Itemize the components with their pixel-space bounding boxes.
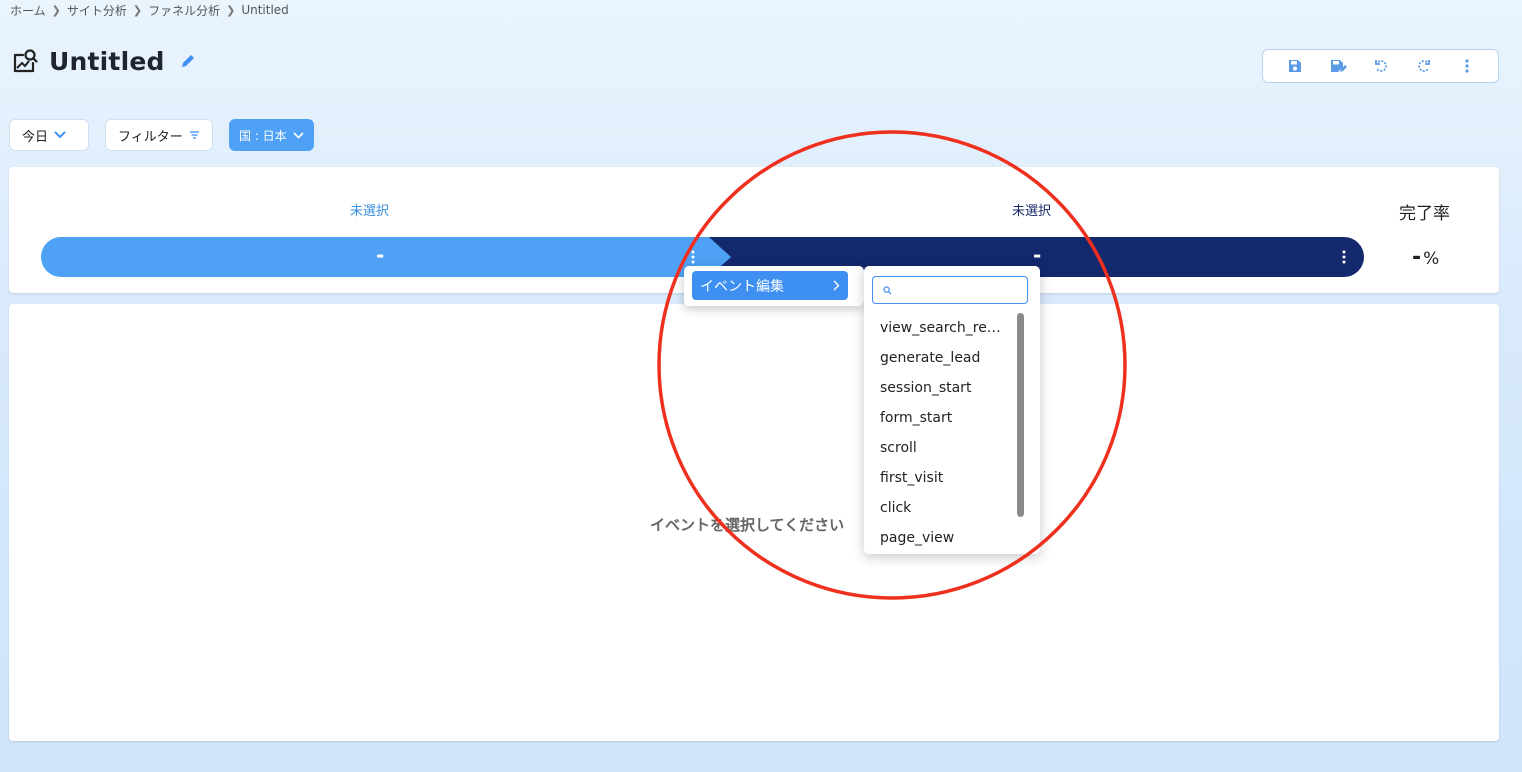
completion-rate-label: 完了率	[1399, 204, 1450, 224]
more-vert-icon	[1464, 59, 1469, 73]
event-item-view-search-results[interactable]: view_search_re…	[880, 313, 1010, 343]
event-item-page-view[interactable]: page_view	[880, 523, 1010, 553]
event-item-form-start[interactable]: form_start	[880, 403, 1010, 433]
redo-icon	[1417, 60, 1430, 72]
chevron-down-icon	[293, 131, 304, 139]
save-as-icon	[1330, 60, 1347, 72]
event-item-generate-lead[interactable]: generate_lead	[880, 343, 1010, 373]
event-item-session-start[interactable]: session_start	[880, 373, 1010, 403]
breadcrumb-funnel-analysis[interactable]: ファネル分析	[148, 2, 220, 19]
chevron-right-icon: ❯	[226, 3, 236, 17]
event-item-click[interactable]: click	[880, 493, 1010, 523]
save-button[interactable]	[1285, 56, 1305, 76]
save-as-button[interactable]	[1328, 56, 1348, 76]
save-icon	[1288, 60, 1301, 72]
step2-more-vert-icon[interactable]	[1341, 249, 1347, 265]
funnel-step1-bar[interactable]: -	[41, 237, 731, 277]
event-list: view_search_re… generate_lead session_st…	[880, 313, 1010, 553]
step2-value: -	[1033, 243, 1042, 267]
undo-icon	[1374, 60, 1387, 72]
event-item-scroll[interactable]: scroll	[880, 433, 1010, 463]
report-search-icon	[13, 49, 38, 73]
breadcrumb: ホーム ❯ サイト分析 ❯ ファネル分析 ❯ Untitled	[10, 2, 289, 18]
step1-more-vert-icon[interactable]	[690, 249, 696, 265]
chevron-right-icon	[833, 280, 840, 291]
submenu-scrollbar[interactable]	[1017, 313, 1024, 517]
redo-button[interactable]	[1414, 56, 1434, 76]
undo-button[interactable]	[1371, 56, 1391, 76]
step-context-menu: イベント編集	[684, 266, 864, 306]
chevron-down-icon	[54, 131, 66, 139]
edit-event-menu-item[interactable]: イベント編集	[692, 271, 848, 300]
more-button[interactable]	[1457, 56, 1477, 76]
chevron-right-icon: ❯	[51, 3, 61, 17]
main-content-card: イベントを選択してください	[9, 304, 1499, 741]
date-range-label: 今日	[22, 129, 49, 145]
step1-value: -	[376, 243, 385, 267]
event-submenu: view_search_re… generate_lead session_st…	[864, 266, 1040, 554]
completion-rate-value: -%	[1412, 245, 1439, 270]
title-row: Untitled	[11, 44, 197, 78]
page-title: Untitled	[49, 46, 165, 76]
event-search-input[interactable]	[898, 283, 1018, 297]
breadcrumb-current: Untitled	[241, 3, 289, 17]
edit-pencil-icon[interactable]	[179, 52, 197, 70]
date-range-dropdown[interactable]: 今日	[9, 119, 89, 151]
filter-button[interactable]: フィルター	[105, 119, 213, 151]
step1-label: 未選択	[350, 204, 390, 219]
breadcrumb-site-analysis[interactable]: サイト分析	[67, 2, 127, 19]
event-item-first-visit[interactable]: first_visit	[880, 463, 1010, 493]
completion-rate-unit: %	[1423, 249, 1440, 269]
action-toolbar	[1262, 49, 1499, 83]
edit-event-label: イベント編集	[700, 278, 784, 295]
step2-label: 未選択	[1012, 204, 1052, 219]
filter-icon	[189, 131, 199, 139]
country-filter-chip[interactable]: 国 : 日本	[229, 119, 314, 151]
search-icon	[883, 285, 892, 294]
empty-state-message: イベントを選択してください	[650, 516, 845, 534]
filter-label: フィルター	[118, 129, 183, 145]
completion-rate-number: -	[1412, 245, 1422, 270]
event-search-box[interactable]	[872, 276, 1028, 304]
chevron-right-icon: ❯	[132, 3, 143, 17]
country-filter-label: 国 : 日本	[239, 128, 287, 143]
breadcrumb-home[interactable]: ホーム	[10, 2, 46, 19]
